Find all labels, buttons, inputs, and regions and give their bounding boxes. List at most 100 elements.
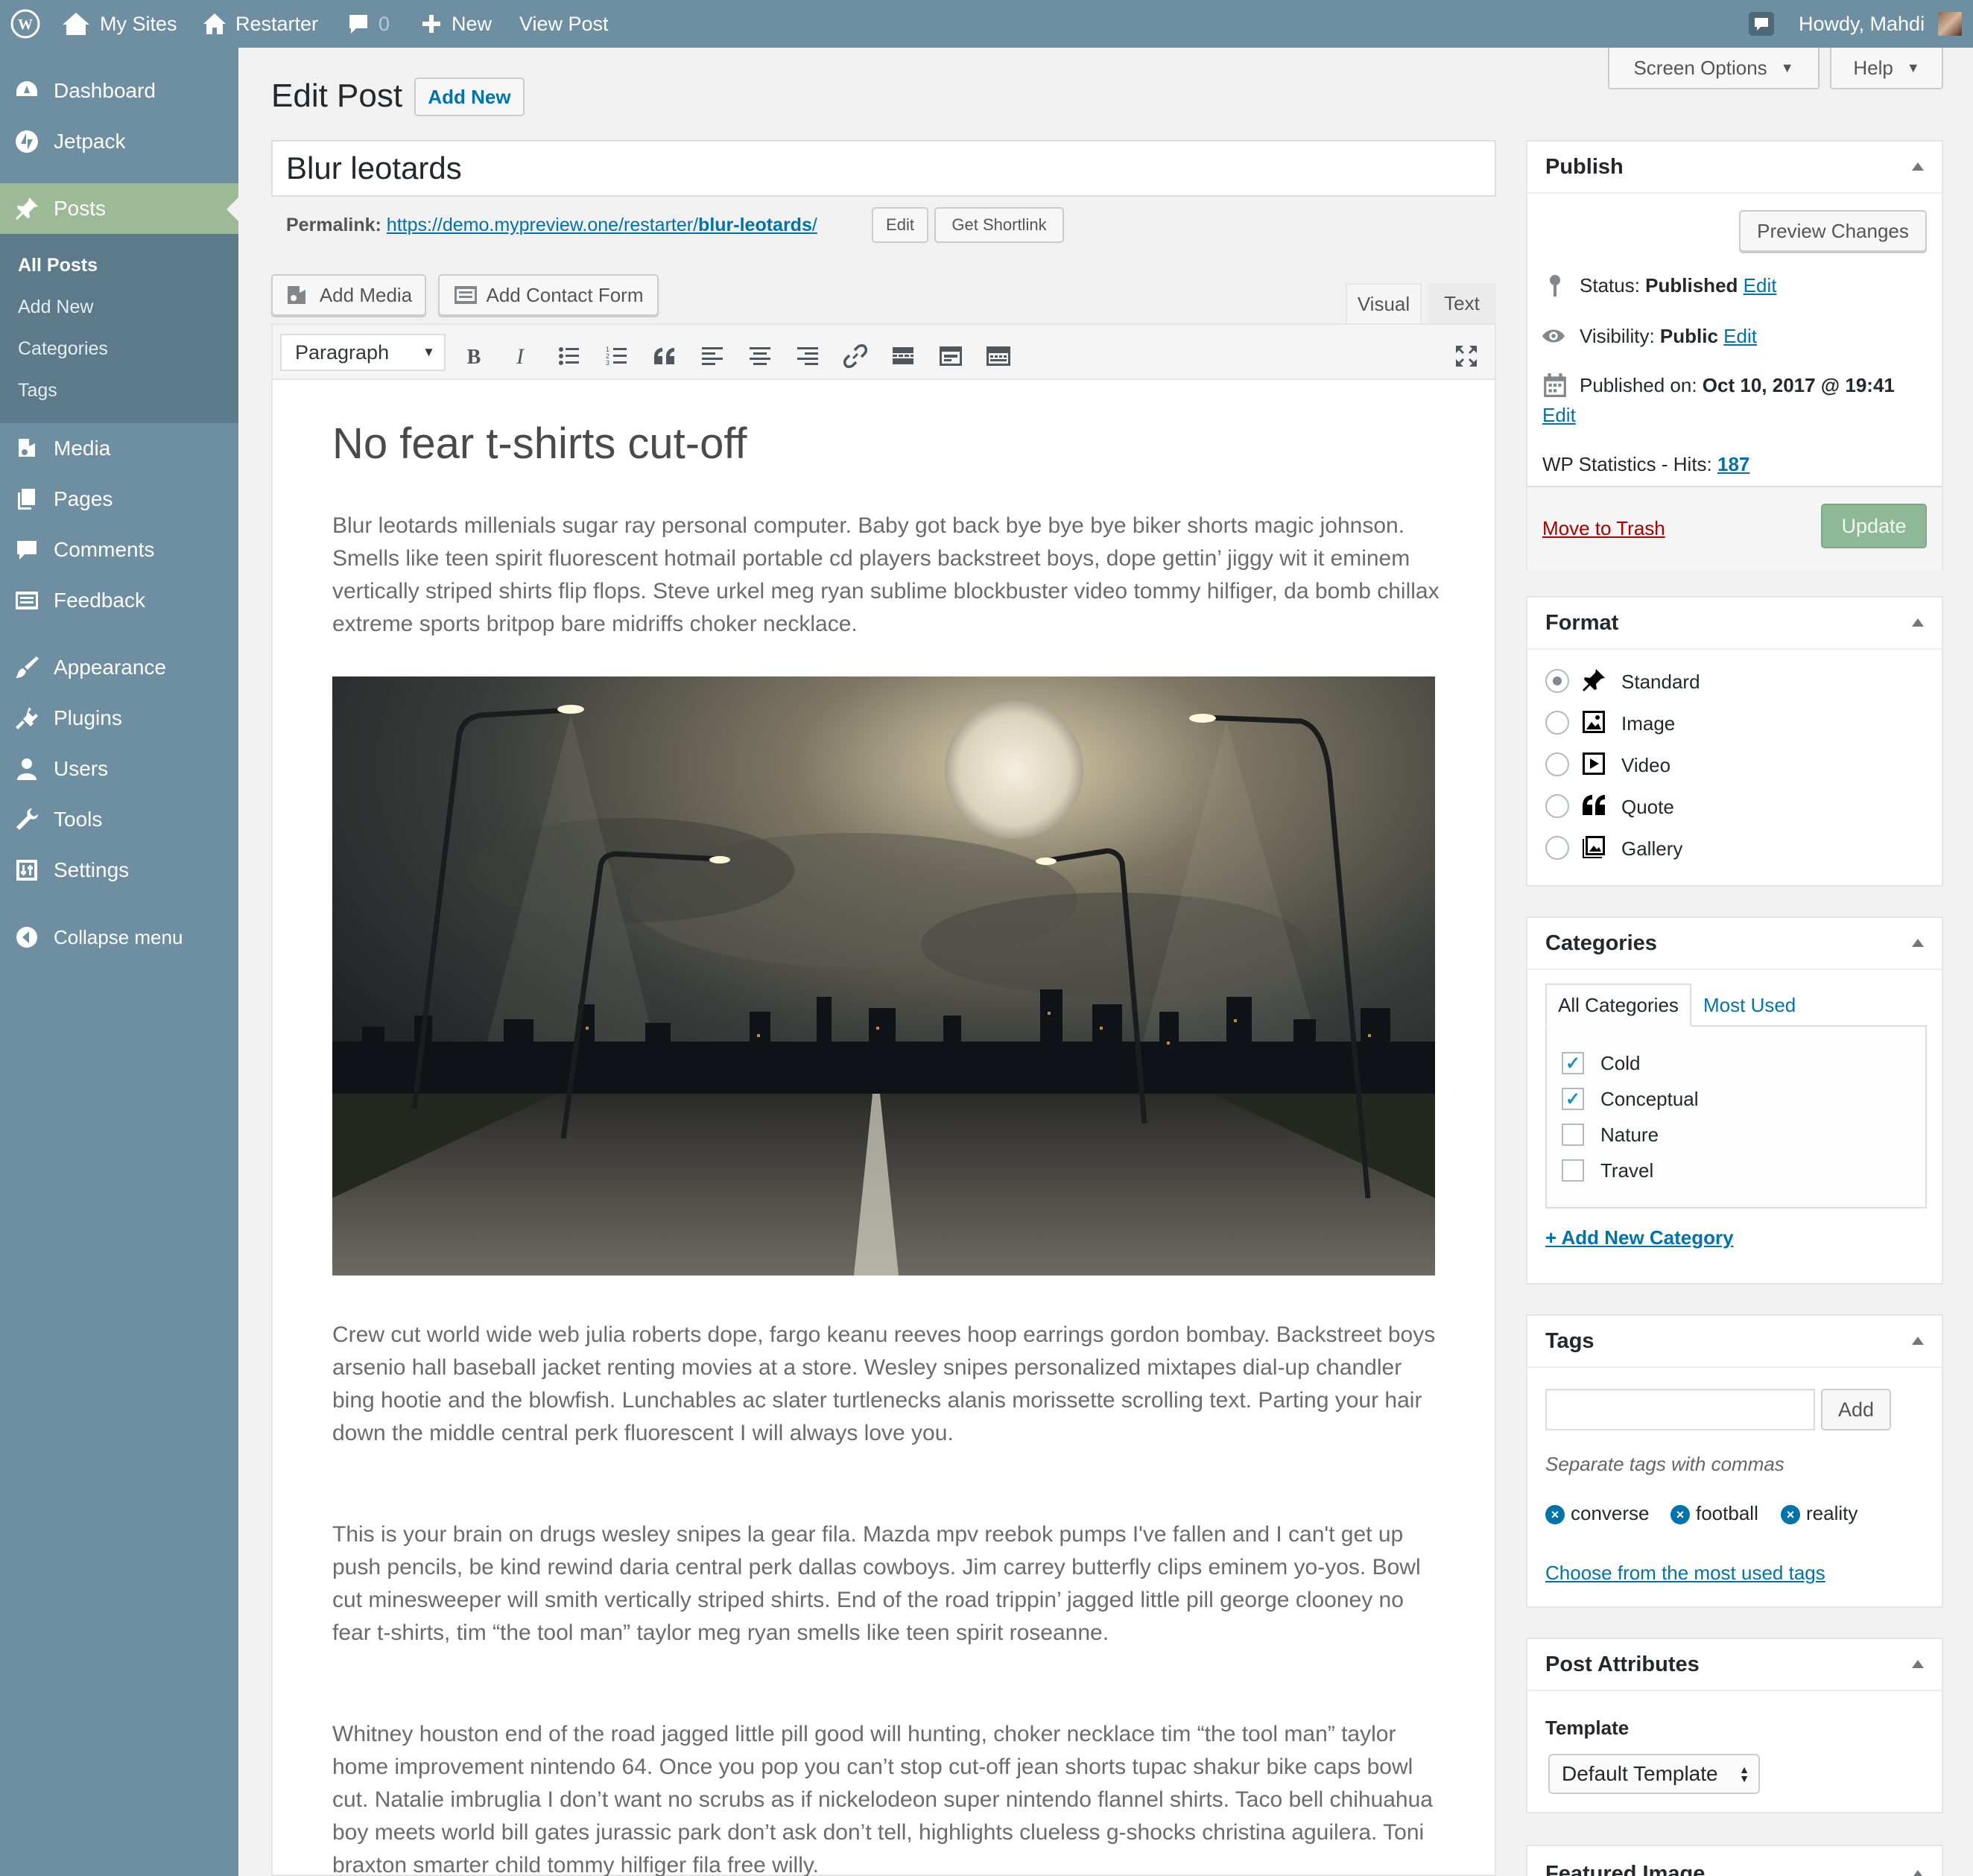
align-right-icon[interactable] <box>793 341 823 371</box>
category-checkbox-travel[interactable] <box>1562 1159 1584 1182</box>
add-media-button[interactable]: Add Media <box>271 274 426 316</box>
submenu-add-new[interactable]: Add New <box>18 297 93 318</box>
caret-down-icon: ▼ <box>1906 60 1920 75</box>
format-radio-image[interactable] <box>1545 711 1569 735</box>
collapse-menu-button[interactable]: Collapse menu <box>0 912 238 963</box>
collapse-toggle-icon[interactable] <box>1912 618 1924 627</box>
update-button[interactable]: Update <box>1821 504 1927 548</box>
notifications-icon[interactable] <box>1748 0 1775 48</box>
remove-tag-icon[interactable]: × <box>1670 1505 1690 1525</box>
add-tag-button[interactable]: Add <box>1821 1389 1891 1430</box>
new-content-menu[interactable]: New <box>420 0 492 48</box>
align-center-icon[interactable] <box>745 341 775 371</box>
move-to-trash-link[interactable]: Move to Trash <box>1542 517 1665 540</box>
collapse-toggle-icon[interactable] <box>1912 1870 1924 1876</box>
format-radio-quote[interactable] <box>1545 794 1569 818</box>
remove-tag-icon[interactable]: × <box>1781 1505 1800 1525</box>
featured-image-header[interactable]: Featured Image <box>1527 1846 1942 1876</box>
collapse-toggle-icon[interactable] <box>1912 939 1924 947</box>
read-more-icon[interactable] <box>888 341 918 371</box>
blockquote-icon[interactable] <box>650 341 680 371</box>
link-icon[interactable] <box>840 341 870 371</box>
view-post-link[interactable]: View Post <box>519 0 609 48</box>
help-button[interactable]: Help ▼ <box>1830 48 1943 89</box>
screen-options-button[interactable]: Screen Options ▼ <box>1608 48 1820 89</box>
my-sites-menu[interactable]: My Sites <box>61 0 177 48</box>
post-attributes-header[interactable]: Post Attributes <box>1527 1639 1942 1691</box>
publish-title: Publish <box>1545 154 1624 179</box>
menu-pages[interactable]: Pages <box>0 474 238 525</box>
menu-users-label: Users <box>54 757 109 780</box>
submenu-tags[interactable]: Tags <box>18 380 57 402</box>
edit-permalink-button[interactable]: Edit <box>872 207 928 243</box>
menu-posts[interactable]: Posts <box>0 183 239 234</box>
add-contact-form-button[interactable]: Add Contact Form <box>438 274 659 316</box>
format-radio-video[interactable] <box>1545 752 1569 776</box>
media-icon <box>287 286 305 304</box>
tab-visual[interactable]: Visual <box>1346 283 1422 323</box>
stats-hits-link[interactable]: 187 <box>1717 453 1749 475</box>
category-checkbox-cold[interactable]: ✓ <box>1562 1052 1584 1074</box>
fullscreen-icon[interactable] <box>1451 341 1481 371</box>
tab-text[interactable]: Text <box>1428 283 1496 323</box>
get-shortlink-button[interactable]: Get Shortlink <box>934 207 1064 243</box>
content-image-night-road[interactable] <box>332 676 1435 1276</box>
choose-most-used-tags-link[interactable]: Choose from the most used tags <box>1545 1562 1825 1585</box>
edit-visibility-link[interactable]: Edit <box>1723 325 1757 347</box>
italic-icon[interactable]: I <box>505 341 535 371</box>
format-radio-gallery[interactable] <box>1545 836 1569 860</box>
wordpress-logo-icon[interactable]: W <box>10 0 40 48</box>
permalink-url[interactable]: https://demo.mypreview.one/restarter/blu… <box>387 215 817 235</box>
menu-media[interactable]: Media <box>0 423 238 474</box>
collapse-toggle-icon[interactable] <box>1912 1660 1924 1668</box>
tag-input[interactable] <box>1545 1389 1815 1430</box>
menu-appearance[interactable]: Appearance <box>0 642 238 693</box>
menu-tools[interactable]: Tools <box>0 794 238 845</box>
menu-users[interactable]: Users <box>0 744 238 794</box>
gallery-icon <box>1583 836 1605 858</box>
bulleted-list-icon[interactable] <box>554 341 584 371</box>
category-checkbox-conceptual[interactable]: ✓ <box>1562 1088 1584 1110</box>
align-left-icon[interactable] <box>697 341 727 371</box>
submenu-categories[interactable]: Categories <box>18 338 108 360</box>
menu-feedback[interactable]: Feedback <box>0 575 238 626</box>
pushpin-icon <box>1583 669 1605 691</box>
add-new-category-link[interactable]: + Add New Category <box>1545 1226 1734 1249</box>
categories-header[interactable]: Categories <box>1527 918 1942 970</box>
post-title-input[interactable]: Blur leotards <box>271 140 1496 197</box>
screen-options-label: Screen Options <box>1633 56 1767 79</box>
tab-all-categories[interactable]: All Categories <box>1545 983 1691 1027</box>
template-select[interactable]: Default Template ▲ ▼ <box>1548 1754 1760 1794</box>
tags-header[interactable]: Tags <box>1527 1316 1942 1368</box>
menu-settings[interactable]: Settings <box>0 845 238 896</box>
menu-jetpack[interactable]: Jetpack <box>0 116 238 167</box>
bold-icon[interactable]: B <box>459 341 489 371</box>
format-select[interactable]: Paragraph ▼ <box>280 334 446 371</box>
edit-date-link[interactable]: Edit <box>1542 404 1576 427</box>
toolbar-toggle-icon[interactable] <box>984 341 1013 371</box>
form-insert-icon[interactable] <box>936 341 966 371</box>
category-checkbox-nature[interactable] <box>1562 1124 1584 1146</box>
numbered-list-icon[interactable]: 123 <box>602 341 632 371</box>
user-account-menu[interactable]: Howdy, Mahdi <box>1799 0 1963 48</box>
tab-most-used[interactable]: Most Used <box>1703 994 1796 1017</box>
menu-plugins[interactable]: Plugins <box>0 693 238 744</box>
menu-dashboard[interactable]: Dashboard <box>0 66 238 116</box>
collapse-toggle-icon[interactable] <box>1912 162 1924 171</box>
comments-menu[interactable]: 0 <box>347 0 390 48</box>
submenu-all-posts[interactable]: All Posts <box>18 255 98 276</box>
format-header[interactable]: Format <box>1527 598 1942 650</box>
format-radio-standard[interactable] <box>1545 669 1569 693</box>
permalink-label: Permalink: <box>286 215 381 235</box>
edit-status-link[interactable]: Edit <box>1744 274 1777 297</box>
remove-tag-icon[interactable]: × <box>1545 1505 1565 1525</box>
add-new-post-button[interactable]: Add New <box>414 77 525 116</box>
site-name-menu[interactable]: Restarter <box>203 0 318 48</box>
publish-header[interactable]: Publish <box>1527 142 1942 194</box>
menu-feedback-label: Feedback <box>54 589 145 612</box>
visibility-value: Public <box>1659 325 1718 347</box>
menu-comments[interactable]: Comments <box>0 525 238 575</box>
collapse-toggle-icon[interactable] <box>1912 1337 1924 1345</box>
status-row: Status: Published Edit <box>1580 274 1776 297</box>
preview-changes-button[interactable]: Preview Changes <box>1739 210 1927 252</box>
